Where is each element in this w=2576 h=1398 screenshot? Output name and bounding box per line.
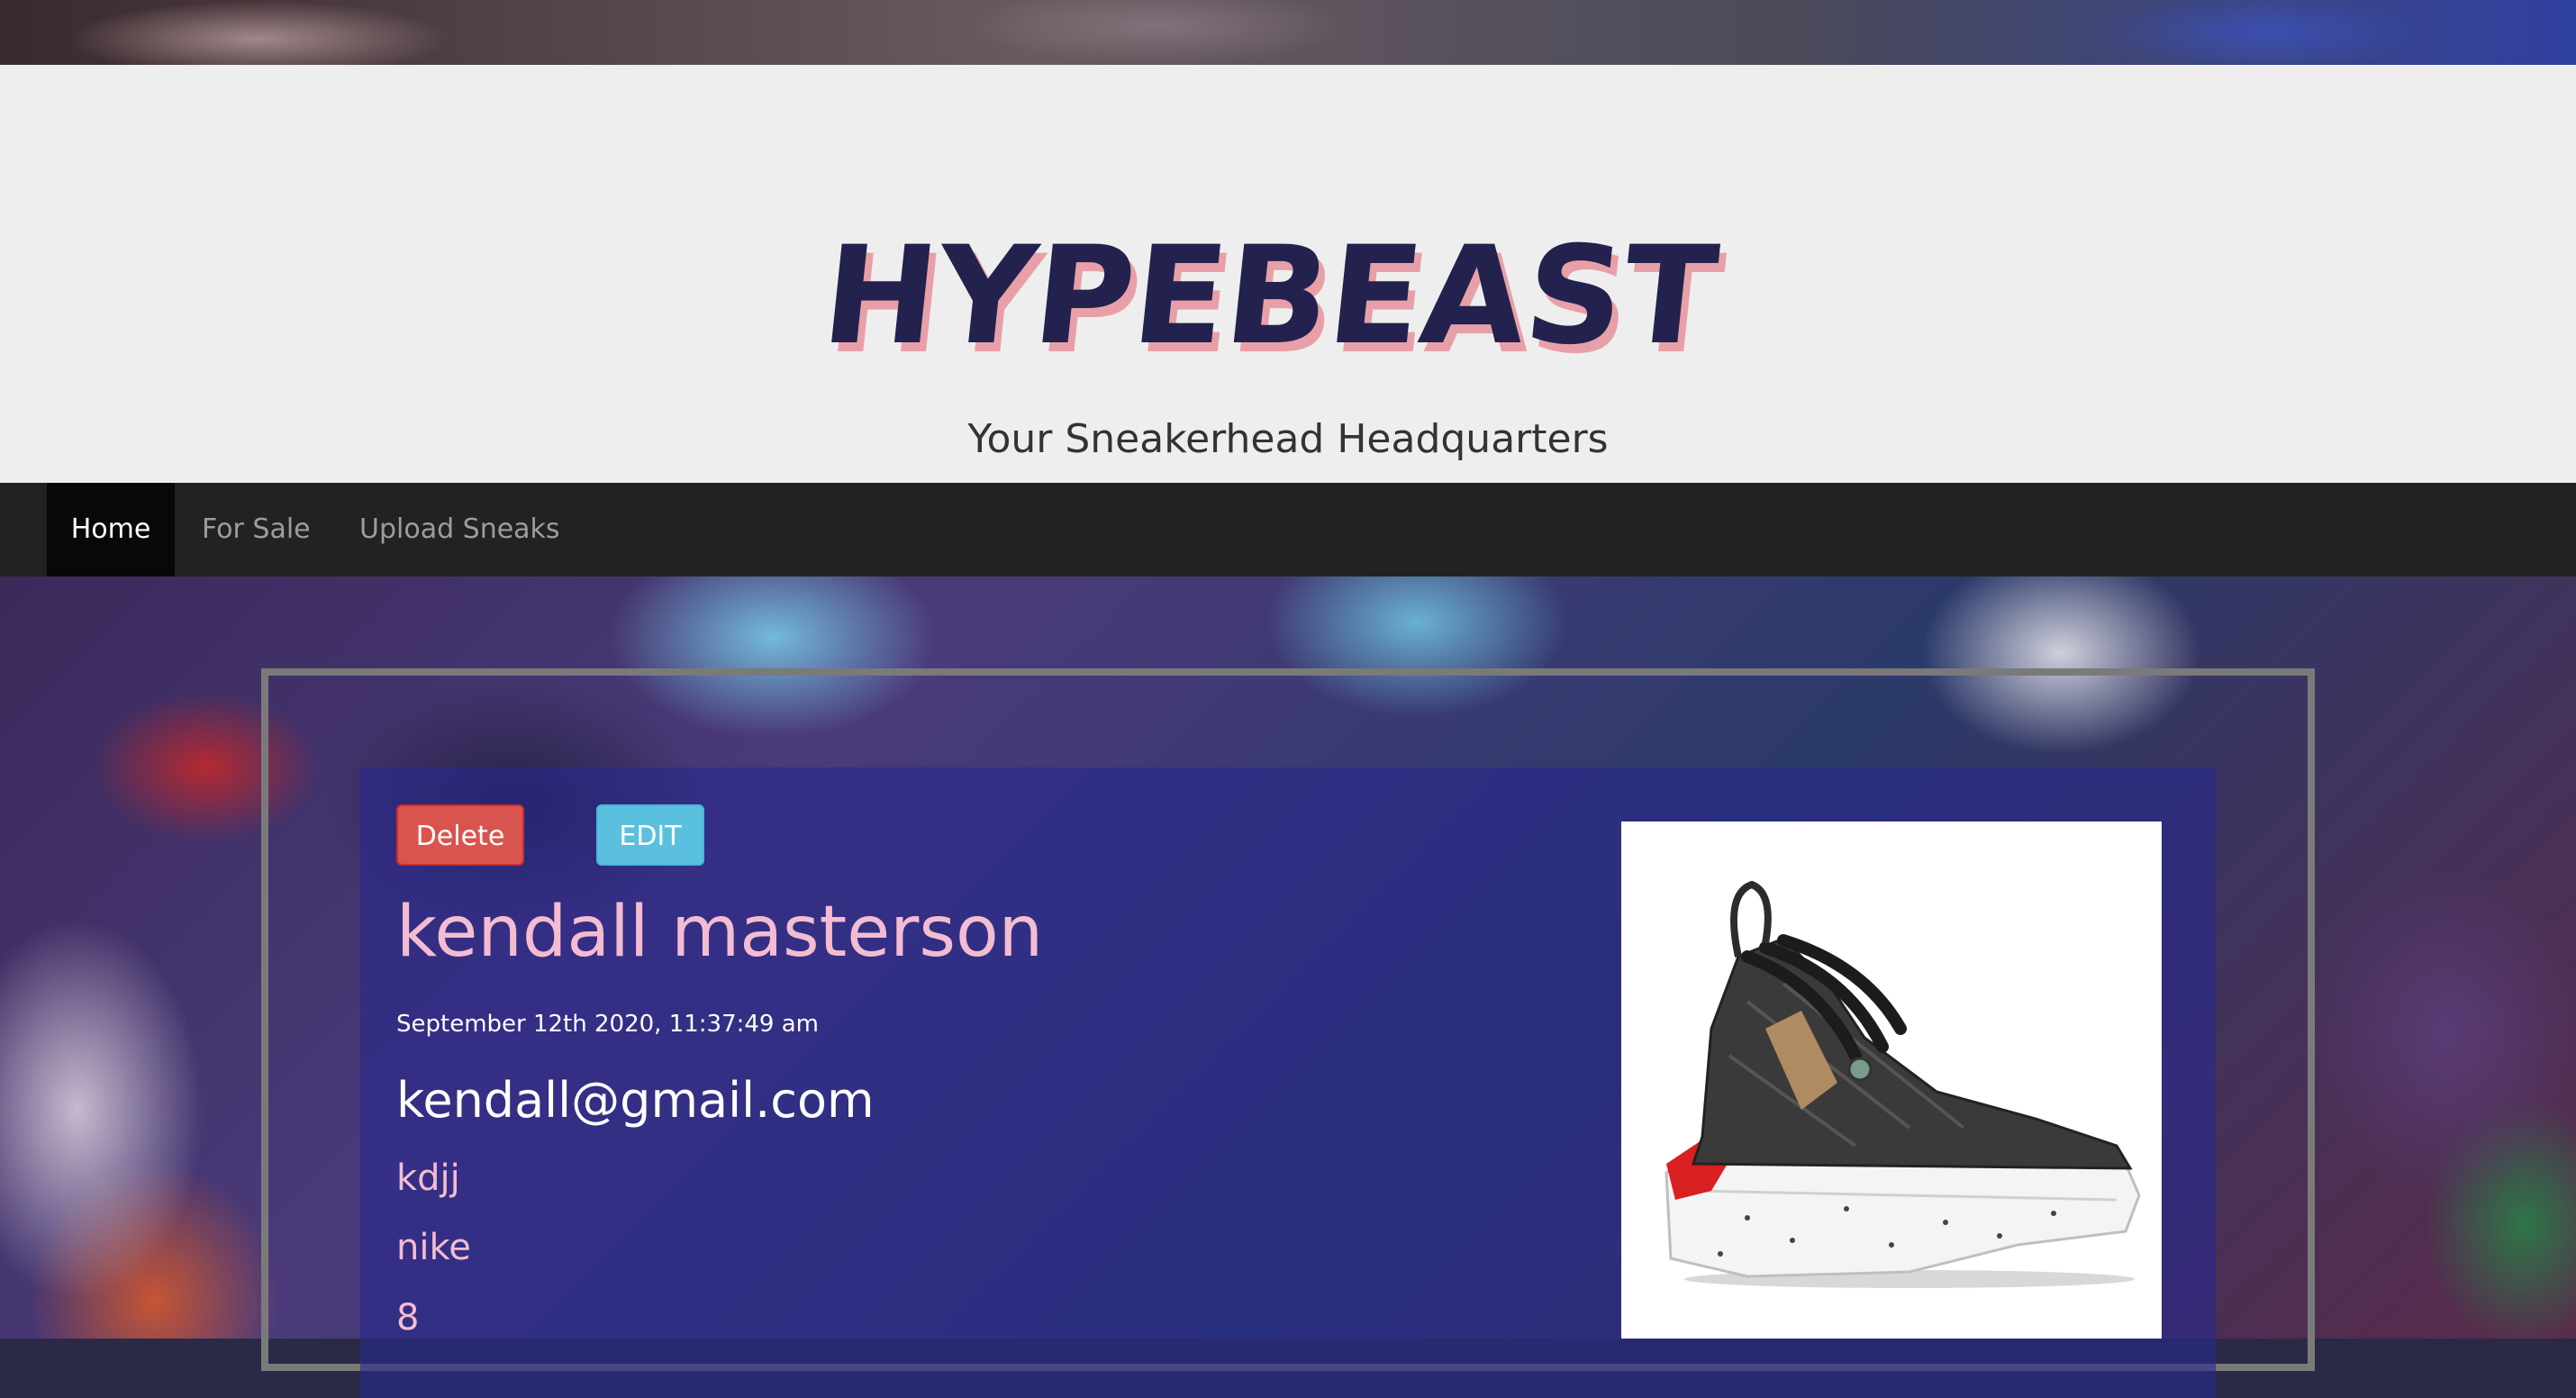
post-timestamp: September 12th 2020, 11:37:49 am [396, 1011, 819, 1038]
poster-name: kendall masterson [396, 892, 1044, 973]
post-detail-size: 8 [396, 1297, 420, 1339]
post-detail-brand: nike [396, 1227, 471, 1268]
nav-upload-sneaks[interactable]: Upload Sneaks [359, 483, 560, 576]
nav-for-sale[interactable]: For Sale [202, 483, 311, 576]
edit-button[interactable]: EDIT [596, 804, 704, 866]
poster-email: kendall@gmail.com [396, 1072, 875, 1129]
sneaker-image [1621, 822, 2162, 1339]
hypebeast-logo: HYPEBEAST HYPEBEAST [829, 217, 1730, 384]
post-detail-description: kdjj [396, 1157, 460, 1199]
delete-button[interactable]: Delete [396, 804, 524, 866]
navbar: Home For Sale Upload Sneaks [0, 483, 2576, 576]
graffiti-banner-top [0, 0, 2576, 65]
logo-text: HYPEBEAST [829, 217, 1724, 375]
site-header: HYPEBEAST HYPEBEAST Your Sneakerhead Hea… [0, 65, 2576, 483]
site-tagline: Your Sneakerhead Headquarters [967, 416, 1609, 462]
nav-home[interactable]: Home [47, 483, 175, 576]
sneaker-icon [1664, 880, 2141, 1288]
